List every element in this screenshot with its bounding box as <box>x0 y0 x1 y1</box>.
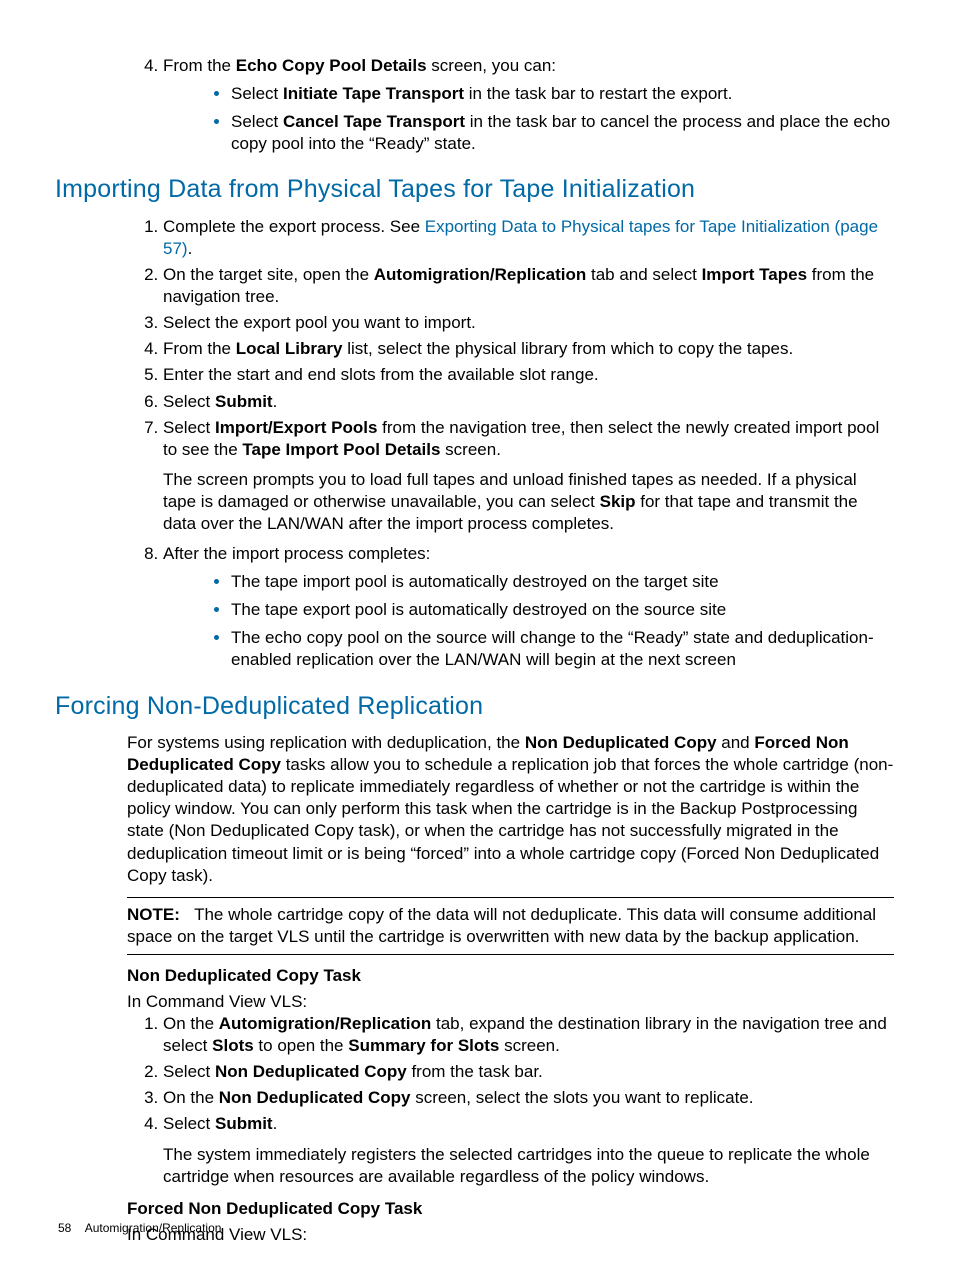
text: On the target site, open the <box>163 265 374 284</box>
list-item: On the Automigration/Replication tab, ex… <box>163 1013 894 1057</box>
text: Select <box>163 418 215 437</box>
bullet-item: The tape export pool is automatically de… <box>231 599 894 621</box>
paragraph: In Command View VLS: <box>127 991 894 1013</box>
text: From the <box>163 56 236 75</box>
text: Select <box>163 1062 215 1081</box>
bold-text: Slots <box>212 1036 254 1055</box>
text: Select <box>231 84 283 103</box>
list-item: Select Import/Export Pools from the navi… <box>163 417 894 535</box>
list-item: Complete the export process. See Exporti… <box>163 216 894 260</box>
sub-heading-non-dedup: Non Deduplicated Copy Task <box>127 965 894 987</box>
text: Complete the export process. See <box>163 217 425 236</box>
text: screen. <box>499 1036 559 1055</box>
paragraph: The system immediately registers the sel… <box>163 1144 894 1188</box>
text: screen, you can: <box>427 56 556 75</box>
list-item-4: From the Echo Copy Pool Details screen, … <box>163 55 894 155</box>
text: screen. <box>440 440 500 459</box>
bold-text: Summary for Slots <box>348 1036 499 1055</box>
text: . <box>188 239 193 258</box>
list-item: Select Non Deduplicated Copy from the ta… <box>163 1061 894 1083</box>
text: tasks allow you to schedule a replicatio… <box>127 755 893 884</box>
text: On the <box>163 1088 219 1107</box>
list-item: From the Local Library list, select the … <box>163 338 894 360</box>
bold-text: Submit <box>215 392 273 411</box>
text: in the task bar to restart the export. <box>464 84 732 103</box>
footer-label: Automigration/Replication <box>85 1221 222 1235</box>
section-heading-forcing: Forcing Non-Deduplicated Replication <box>55 690 894 723</box>
text: After the import process completes: <box>163 544 430 563</box>
sub-heading-forced-non-dedup: Forced Non Deduplicated Copy Task <box>127 1198 894 1220</box>
note-label: NOTE: <box>127 905 180 924</box>
bold-text: Automigration/Replication <box>374 265 587 284</box>
text: screen, select the slots you want to rep… <box>411 1088 754 1107</box>
importing-ordered-list: Complete the export process. See Exporti… <box>55 216 894 672</box>
list-item: On the Non Deduplicated Copy screen, sel… <box>163 1087 894 1109</box>
bold-text: Non Deduplicated Copy <box>525 733 717 752</box>
bold-text: Cancel Tape Transport <box>283 112 465 131</box>
list-item: Enter the start and end slots from the a… <box>163 364 894 386</box>
bullet-item: Select Initiate Tape Transport in the ta… <box>231 83 894 105</box>
text: Select <box>163 1114 215 1133</box>
bold-text: Import/Export Pools <box>215 418 377 437</box>
paragraph: In Command View VLS: <box>127 1224 894 1246</box>
non-dedup-ordered-list: On the Automigration/Replication tab, ex… <box>55 1013 894 1188</box>
sub-bullets: Select Initiate Tape Transport in the ta… <box>163 83 894 155</box>
bold-text: Non Deduplicated Copy <box>219 1088 411 1107</box>
list-item: After the import process completes: The … <box>163 543 894 671</box>
bold-text: Automigration/Replication <box>219 1014 432 1033</box>
text: . <box>273 1114 278 1133</box>
section-heading-importing: Importing Data from Physical Tapes for T… <box>55 173 894 206</box>
list-item: Select the export pool you want to impor… <box>163 312 894 334</box>
continued-ordered-list: From the Echo Copy Pool Details screen, … <box>55 55 894 155</box>
paragraph: For systems using replication with dedup… <box>127 732 894 887</box>
note-text: The whole cartridge copy of the data wil… <box>127 905 876 946</box>
text: On the <box>163 1014 219 1033</box>
bullet-item: Select Cancel Tape Transport in the task… <box>231 111 894 155</box>
list-item: Select Submit. <box>163 391 894 413</box>
bold-text: Initiate Tape Transport <box>283 84 464 103</box>
text: Select <box>163 392 215 411</box>
text: Select <box>231 112 283 131</box>
bold-text: Echo Copy Pool Details <box>236 56 427 75</box>
bullet-item: The echo copy pool on the source will ch… <box>231 627 894 671</box>
bold-text: Local Library <box>236 339 343 358</box>
text: list, select the physical library from w… <box>343 339 794 358</box>
text: tab and select <box>586 265 701 284</box>
text: and <box>717 733 755 752</box>
text: . <box>273 392 278 411</box>
note-box: NOTE: The whole cartridge copy of the da… <box>127 897 894 955</box>
list-item: Select Submit. The system immediately re… <box>163 1113 894 1187</box>
paragraph: The screen prompts you to load full tape… <box>163 469 894 535</box>
bullet-item: The tape import pool is automatically de… <box>231 571 894 593</box>
text: to open the <box>254 1036 349 1055</box>
text: For systems using replication with dedup… <box>127 733 525 752</box>
sub-bullets: The tape import pool is automatically de… <box>163 571 894 671</box>
bold-text: Non Deduplicated Copy <box>215 1062 407 1081</box>
page-footer: 58 Automigration/Replication <box>58 1221 221 1237</box>
bold-text: Submit <box>215 1114 273 1133</box>
bold-text: Skip <box>600 492 636 511</box>
list-item: On the target site, open the Automigrati… <box>163 264 894 308</box>
text: From the <box>163 339 236 358</box>
page-number: 58 <box>58 1221 71 1235</box>
text: from the task bar. <box>407 1062 543 1081</box>
bold-text: Tape Import Pool Details <box>242 440 440 459</box>
bold-text: Import Tapes <box>702 265 807 284</box>
